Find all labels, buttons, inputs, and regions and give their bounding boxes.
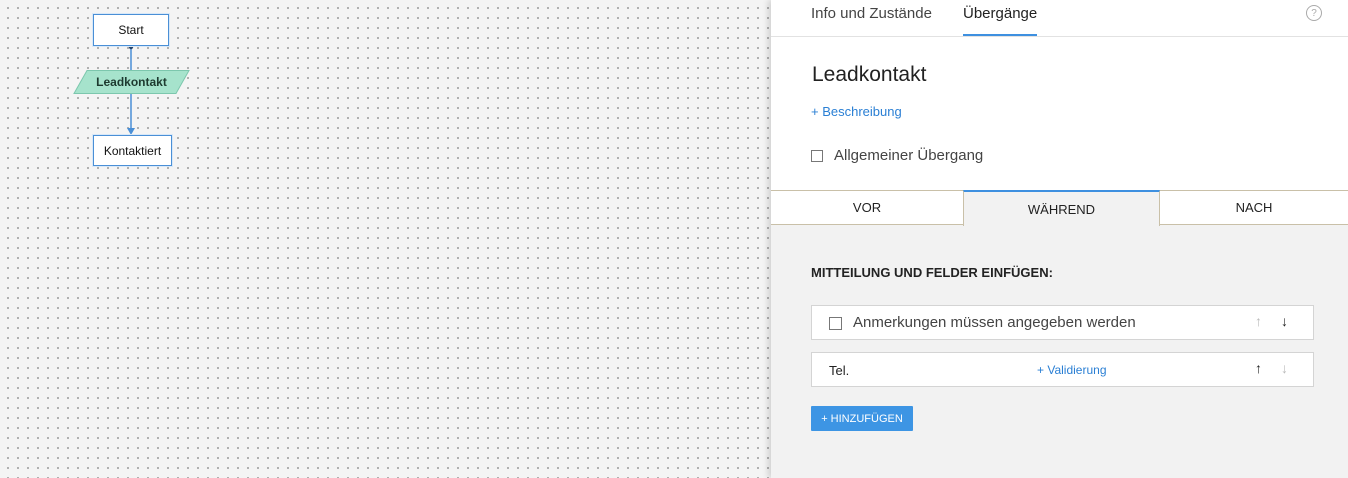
general-transition-checkbox[interactable] <box>811 149 823 162</box>
properties-panel: Info und Zustände Übergänge ? Leadkontak… <box>771 0 1348 478</box>
phase-tabs: VOR WÄHREND NACH <box>771 190 1348 226</box>
add-description-link[interactable]: + Beschreibung <box>811 104 902 119</box>
kontaktiert-node[interactable]: Kontaktiert <box>93 135 172 166</box>
workflow-canvas[interactable]: Start Leadkontakt Kontaktiert <box>0 0 771 478</box>
add-field-button[interactable]: + HINZUFÜGEN <box>811 406 913 431</box>
section-label: MITTEILUNG UND FELDER EINFÜGEN: <box>811 265 1053 280</box>
transition-title: Leadkontakt <box>812 63 927 86</box>
move-down-icon[interactable]: ↓ <box>1281 313 1288 329</box>
start-node-label: Start <box>118 23 144 37</box>
panel-tabs: Info und Zustände Übergänge ? <box>771 0 1348 37</box>
leadkontakt-node-label: Leadkontakt <box>96 75 167 89</box>
tab-info-und-zustaende[interactable]: Info und Zustände <box>811 5 932 35</box>
kontaktiert-node-label: Kontaktiert <box>103 143 162 158</box>
field-label: Tel. <box>829 363 850 378</box>
move-down-icon[interactable]: ↓ <box>1281 360 1288 376</box>
panel-header-area: Info und Zustände Übergänge ? Leadkontak… <box>771 0 1348 191</box>
subtab-nach[interactable]: NACH <box>1160 190 1348 225</box>
field-row: Tel. + Validierung ↑ ↓ <box>811 352 1314 387</box>
field-label: Anmerkungen müssen angegeben werden <box>853 314 1136 331</box>
move-up-icon[interactable]: ↑ <box>1255 360 1262 376</box>
tab-uebergaenge[interactable]: Übergänge <box>963 5 1038 36</box>
notes-required-checkbox[interactable] <box>829 317 842 330</box>
help-icon[interactable]: ? <box>1306 5 1322 21</box>
field-row: Anmerkungen müssen angegeben werden ↑ ↓ <box>811 305 1314 340</box>
start-node[interactable]: Start <box>93 14 169 46</box>
leadkontakt-node[interactable]: Leadkontakt <box>73 70 190 94</box>
general-transition-label: Allgemeiner Übergang <box>834 147 984 164</box>
subtab-vor[interactable]: VOR <box>771 190 963 225</box>
move-up-icon[interactable]: ↑ <box>1255 313 1262 329</box>
add-validation-link[interactable]: + Validierung <box>1037 363 1107 377</box>
subtab-waehrend[interactable]: WÄHREND <box>963 190 1160 226</box>
general-transition-toggle[interactable]: Allgemeiner Übergang <box>811 147 983 164</box>
